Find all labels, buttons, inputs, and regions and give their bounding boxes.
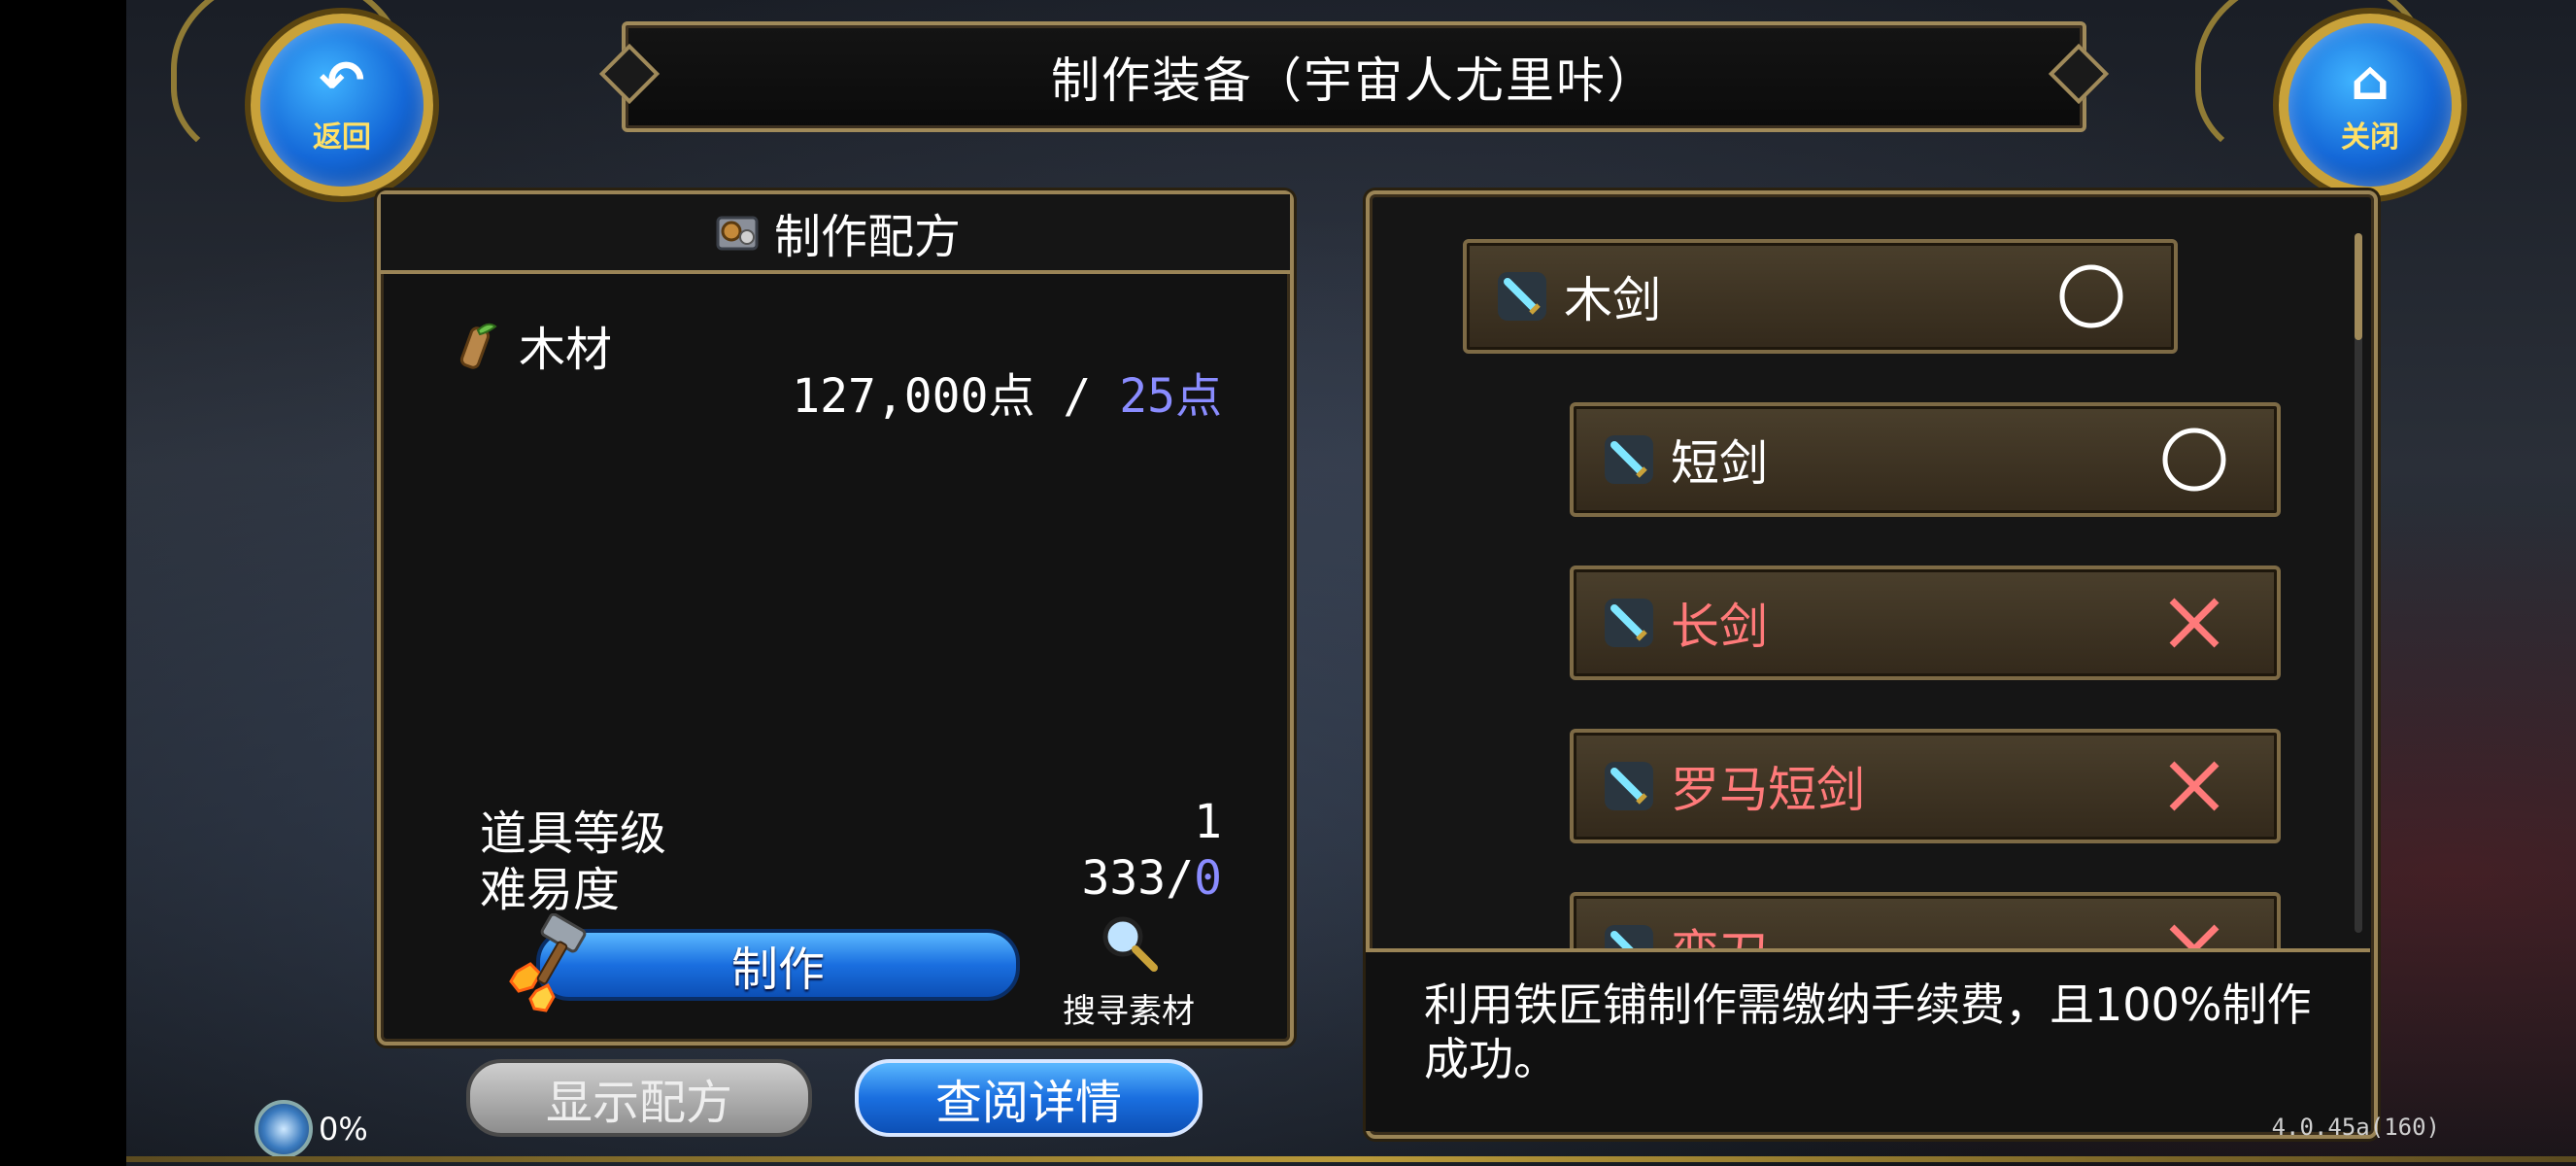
list-item-wood-sword[interactable]: 木剑 xyxy=(1463,239,2178,354)
sword-icon xyxy=(1498,272,1546,321)
view-details-label: 查阅详情 xyxy=(934,1076,1122,1130)
progress-orb-icon xyxy=(254,1100,313,1158)
show-recipe-label: 显示配方 xyxy=(545,1076,732,1130)
hammer-icon xyxy=(509,913,587,1012)
sword-icon xyxy=(1605,435,1653,484)
material-row: 木材 xyxy=(449,311,612,379)
progress-indicator: 0% xyxy=(254,1100,368,1158)
back-button[interactable]: ↶ 返回 xyxy=(251,14,433,196)
progress-percent: 0% xyxy=(319,1111,368,1148)
make-button-label: 制作 xyxy=(730,943,825,997)
bottom-gold-trim xyxy=(126,1156,2576,1162)
points-current: 127,000点 / xyxy=(792,369,1120,424)
weapon-list-scrollbar[interactable] xyxy=(2355,233,2362,933)
recipe-panel-title: 制作配方 xyxy=(773,210,961,264)
item-level-value: 1 xyxy=(1194,795,1222,849)
list-item-scimitar[interactable]: 弯刀 xyxy=(1570,892,2281,950)
available-circle-icon xyxy=(2057,262,2125,330)
view-details-button[interactable]: 查阅详情 xyxy=(855,1059,1203,1137)
list-item-name: 长剑 xyxy=(1671,599,1768,655)
unavailable-cross-icon xyxy=(2160,915,2228,950)
back-button-label: 返回 xyxy=(313,120,371,154)
back-arrow-icon: ↶ xyxy=(319,50,365,113)
material-points: 127,000点 / 25点 xyxy=(792,358,1222,426)
search-materials-button[interactable]: 搜寻素材 xyxy=(1051,913,1206,1031)
list-item-name: 罗马短剑 xyxy=(1671,762,1865,818)
close-button[interactable]: ⌂ 关闭 xyxy=(2279,14,2461,196)
page-title: 制作装备（宇宙人尤里咔） xyxy=(1051,52,1657,109)
list-item-long-sword[interactable]: 长剑 xyxy=(1570,566,2281,680)
available-circle-icon xyxy=(2160,426,2228,494)
scrollbar-thumb[interactable] xyxy=(2355,233,2362,340)
unavailable-cross-icon xyxy=(2160,752,2228,820)
sword-icon xyxy=(1605,925,1653,950)
weapon-list: 木剑 短剑 长剑 罗马短剑 xyxy=(1370,194,2374,950)
show-recipe-button[interactable]: 显示配方 xyxy=(466,1059,812,1137)
magnifier-icon xyxy=(1102,916,1158,972)
material-name: 木材 xyxy=(519,323,613,377)
difficulty-value: 333/ xyxy=(1081,851,1195,906)
make-button[interactable]: 制作 xyxy=(536,929,1020,1001)
recipe-panel-header: 制作配方 xyxy=(381,194,1290,274)
recipe-book-icon xyxy=(716,216,759,251)
list-item-short-sword[interactable]: 短剑 xyxy=(1570,402,2281,517)
page-title-bar: 制作装备（宇宙人尤里咔） xyxy=(622,21,2086,132)
wood-material-icon xyxy=(459,323,497,369)
close-button-label: 关闭 xyxy=(2341,120,2399,154)
version-label: 4.0.45a(160) xyxy=(2271,1114,2440,1141)
list-item-name: 弯刀 xyxy=(1671,914,2160,950)
list-item-name: 木剑 xyxy=(1564,272,1661,328)
list-item-name: 短剑 xyxy=(1671,435,1768,492)
recipe-panel: 制作配方 木材 127,000点 / 25点 道具等级 1 难易度 333/0 … xyxy=(377,190,1294,1046)
unavailable-cross-icon xyxy=(2160,589,2228,657)
home-icon: ⌂ xyxy=(2350,50,2390,113)
sword-icon xyxy=(1605,762,1653,810)
difficulty-extra: 0 xyxy=(1194,851,1222,906)
list-item-roman-short-sword[interactable]: 罗马短剑 xyxy=(1570,729,2281,843)
search-materials-label: 搜寻素材 xyxy=(1063,992,1195,1031)
points-cost: 25点 xyxy=(1119,369,1222,424)
description-text: 利用铁匠铺制作需缴纳手续费，且100%制作成功。 xyxy=(1424,978,2312,1085)
description-box: 利用铁匠铺制作需缴纳手续费，且100%制作成功。 xyxy=(1366,948,2370,1131)
sword-icon xyxy=(1605,599,1653,647)
difficulty-value-wrap: 333/0 xyxy=(1082,851,1223,906)
difficulty-label: 难易度 xyxy=(480,863,621,917)
